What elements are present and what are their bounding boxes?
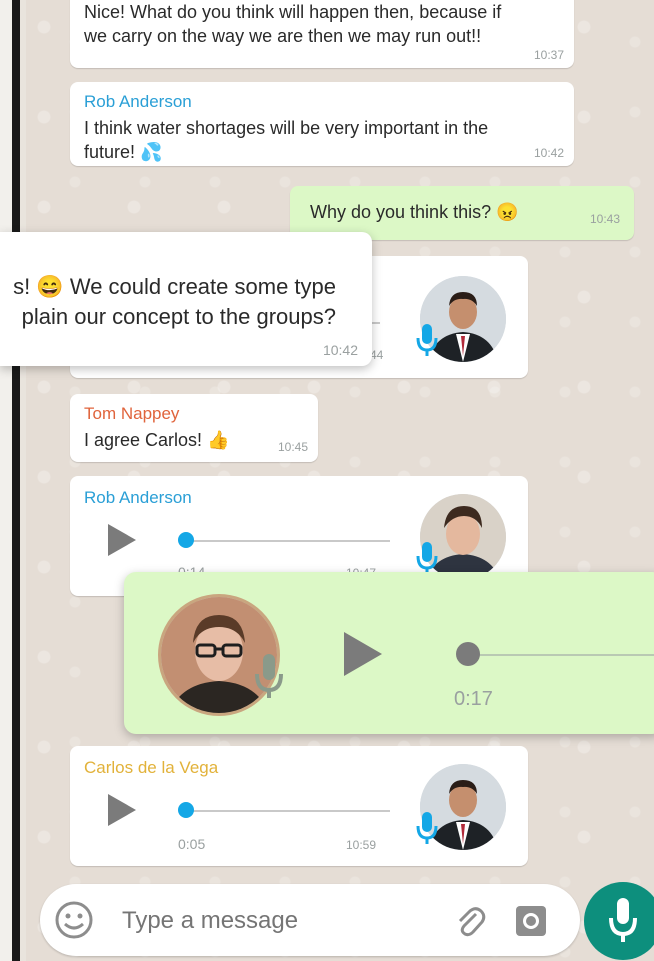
phone-bezel xyxy=(12,0,20,961)
zoomed-voice-message[interactable]: 0:17 xyxy=(124,572,654,734)
audio-progress-knob[interactable] xyxy=(178,802,194,818)
message-line: Nice! What do you think will happen then… xyxy=(84,2,502,22)
audio-progress-knob[interactable] xyxy=(456,642,480,666)
message-time: 10:42 xyxy=(322,342,358,358)
play-icon[interactable] xyxy=(108,794,136,826)
message-line: plain our concept to the groups? xyxy=(21,304,336,329)
audio-track[interactable] xyxy=(182,810,390,812)
emoji-icon[interactable] xyxy=(54,900,94,945)
camera-icon[interactable] xyxy=(514,904,548,943)
sender-name: Tom Nappey xyxy=(84,404,180,423)
message-bubble[interactable]: Tom Nappey I agree Carlos! 👍 10:45 xyxy=(70,394,318,462)
message-line: I think water shortages will be very imp… xyxy=(84,118,489,138)
message-line: s! 😄 We could create some type xyxy=(13,274,336,299)
message-time: 10:59 xyxy=(346,838,377,852)
microphone-icon xyxy=(252,652,286,705)
microphone-icon xyxy=(414,322,440,363)
message-time: 44 xyxy=(370,348,384,362)
sender-name: Carlos de la Vega xyxy=(84,758,219,777)
voice-message-bubble[interactable]: Carlos de la Vega 0:05 10:59 xyxy=(70,746,528,866)
audio-progress-knob[interactable] xyxy=(178,532,194,548)
message-time: 10:43 xyxy=(589,212,620,226)
sender-name: Rob Anderson xyxy=(84,92,192,111)
message-line: we carry on the way we are then we may r… xyxy=(84,26,482,46)
message-text: I think water shortages will be very imp… xyxy=(84,116,564,164)
message-time: 10:45 xyxy=(277,440,308,454)
message-time: 10:42 xyxy=(533,146,564,160)
audio-duration: 0:17 xyxy=(454,688,493,710)
sender-name: Rob Anderson xyxy=(84,488,192,507)
attachment-icon[interactable] xyxy=(454,904,486,943)
message-input[interactable] xyxy=(120,902,414,940)
message-text: Why do you think this? 😠 xyxy=(310,202,519,222)
message-bubble[interactable]: Nice! What do you think will happen then… xyxy=(70,0,574,68)
message-time: 10:37 xyxy=(533,48,564,62)
highlighted-message-popup[interactable]: s! 😄 We could create some type plain our… xyxy=(0,232,372,366)
message-composer xyxy=(40,884,580,956)
audio-track[interactable] xyxy=(464,654,654,656)
page-margin xyxy=(0,0,12,961)
message-text: Nice! What do you think will happen then… xyxy=(84,0,564,48)
message-line: future! 💦 xyxy=(84,142,163,162)
microphone-icon xyxy=(606,896,640,949)
record-voice-button[interactable] xyxy=(584,882,654,960)
audio-track[interactable] xyxy=(182,540,390,542)
microphone-icon xyxy=(414,810,440,851)
message-bubble[interactable]: Rob Anderson I think water shortages wil… xyxy=(70,82,574,166)
play-icon[interactable] xyxy=(344,632,382,676)
play-icon[interactable] xyxy=(108,524,136,556)
message-text: s! 😄 We could create some type plain our… xyxy=(0,272,360,332)
message-text: I agree Carlos! 👍 xyxy=(84,430,230,450)
audio-duration: 0:05 xyxy=(178,836,206,852)
